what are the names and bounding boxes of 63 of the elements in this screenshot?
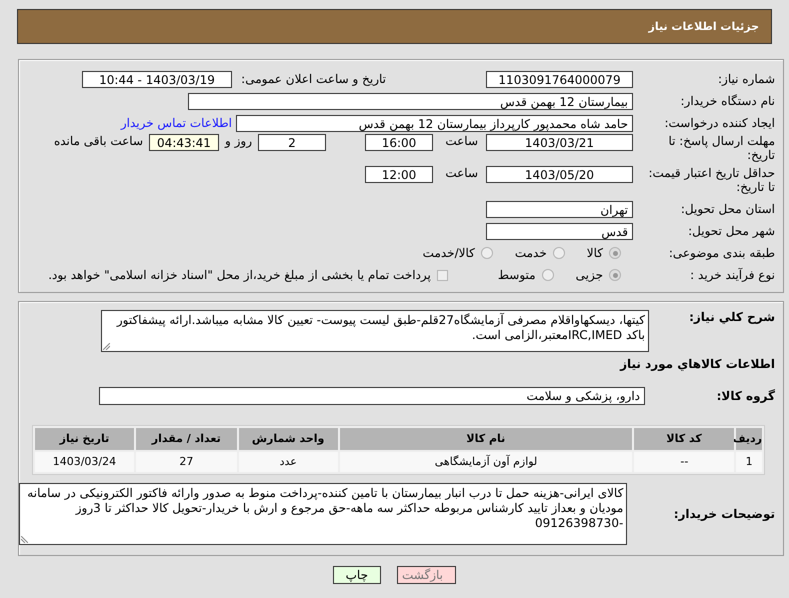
need-number-field: 1103091764000079 xyxy=(486,70,633,88)
table-cell: عدد xyxy=(238,452,338,472)
time-label: ساعت xyxy=(444,134,478,148)
radio-button[interactable] xyxy=(609,247,621,259)
field-label: نوع فرآیند خرید : xyxy=(689,268,776,282)
remaining-label: ساعت باقی مانده xyxy=(54,134,143,148)
resize-grip-icon xyxy=(103,343,110,350)
time-field: 12:00 xyxy=(365,166,433,183)
radio-label: متوسط xyxy=(498,268,536,282)
city-field: قدس xyxy=(486,222,633,240)
field-label: استان محل تحویل: xyxy=(680,202,776,216)
radio-button[interactable] xyxy=(552,247,565,259)
buyer-org-field: بیمارستان 12 بهمن قدس xyxy=(188,92,633,110)
radio-button[interactable] xyxy=(480,247,493,259)
section-title: اطلاعات کالاهاي مورد نیاز xyxy=(618,357,776,371)
remaining-time-field: 04:43:41 xyxy=(149,134,219,151)
checkbox[interactable] xyxy=(436,270,448,280)
days-label: روز و xyxy=(225,134,252,148)
buyer-notes-text: کالای ایرانی-هزینه حمل تا درب انبار بیمارستان با تامین کننده-پرداخت منوط به صدور وارائه فاکتور الکترونیکی در سامانه مودیان و بعداز تایید کارشناس مربوطه حداکثر سه ماهه-حق مرجوع و ارش با خریدار-تحویل کالا حداکثر تا 3روز -09126398730 xyxy=(27,486,624,530)
field-label: مهلت ارسال پاسخ: تا تاریخ: xyxy=(667,134,776,162)
action-button[interactable]: چاپ xyxy=(333,566,381,584)
requester-field: حامد شاه محمدپور کارپرداز بیمارستان 12 بهمن قدس xyxy=(236,114,633,132)
checkbox-label: پرداخت تمام یا بخشی از مبلغ خرید،از محل "اسناد خزانه اسلامی" خواهد بود. xyxy=(48,268,431,282)
table-cell: 1403/03/24 xyxy=(35,452,134,472)
field-label: حداقل تاریخ اعتبار قیمت: تا تاریخ: xyxy=(647,166,776,194)
announce-date-field: 1403/03/19 - 10:44 xyxy=(82,70,232,88)
summary-text: کیتها، دیسکهاواقلام مصرفی آزمایشگاه27قلم-طبق لیست پیوست- تعیین کالا مشابه میباشد.ارائه پیشفاکتور باکد IRC,IMEDمعتبر،الزامی است. xyxy=(116,313,645,342)
column-header: کد کالا xyxy=(634,428,734,450)
table-cell: -- xyxy=(634,452,734,472)
field-label: ایجاد کننده درخواست: xyxy=(663,116,776,130)
time-label: ساعت xyxy=(444,166,478,180)
field-label: تاریخ و ساعت اعلان عمومی: xyxy=(240,72,386,86)
date-field: 1403/05/20 xyxy=(486,166,633,183)
field-label: گروه کالا: xyxy=(716,389,776,403)
date-field: 1403/03/21 xyxy=(486,134,633,151)
goods-group-field: دارو، پزشکی و سلامت xyxy=(99,387,645,405)
column-header: تعداد / مقدار xyxy=(136,428,237,450)
radio-label: کالا xyxy=(586,246,603,260)
radio-button[interactable] xyxy=(542,269,554,281)
column-header: نام کالا xyxy=(340,428,632,450)
days-field: 2 xyxy=(258,134,326,151)
table-cell: 1 xyxy=(736,452,762,472)
radio-button[interactable] xyxy=(609,269,621,281)
field-label: طبقه بندی موضوعی: xyxy=(668,246,776,260)
table-cell: 27 xyxy=(136,452,237,472)
field-label: شماره نیاز: xyxy=(717,72,776,86)
radio-label: کالا/خدمت xyxy=(422,246,475,260)
resize-grip-icon xyxy=(21,536,28,543)
page-title: جزئیات اطلاعات نیاز xyxy=(648,20,759,33)
field-label: نام دستگاه خریدار: xyxy=(680,94,776,108)
time-field: 16:00 xyxy=(365,134,433,151)
column-header: تاریخ نیاز xyxy=(35,428,134,450)
radio-label: خدمت xyxy=(514,246,547,260)
table-cell: لوازم آون آزمایشگاهی xyxy=(340,452,632,472)
radio-label: جزیی xyxy=(576,268,603,282)
action-button[interactable]: بازگشت xyxy=(397,566,456,584)
field-label: توضیحات خریدار: xyxy=(672,507,776,521)
field-label: شرح کلي نیاز: xyxy=(688,310,776,324)
buyer-contact-link[interactable]: اطلاعات تماس خریدار xyxy=(120,116,232,130)
column-header: ردیف xyxy=(736,428,762,450)
province-field: تهران xyxy=(486,200,633,218)
column-header: واحد شمارش xyxy=(238,428,338,450)
field-label: شهر محل تحویل: xyxy=(687,224,776,238)
